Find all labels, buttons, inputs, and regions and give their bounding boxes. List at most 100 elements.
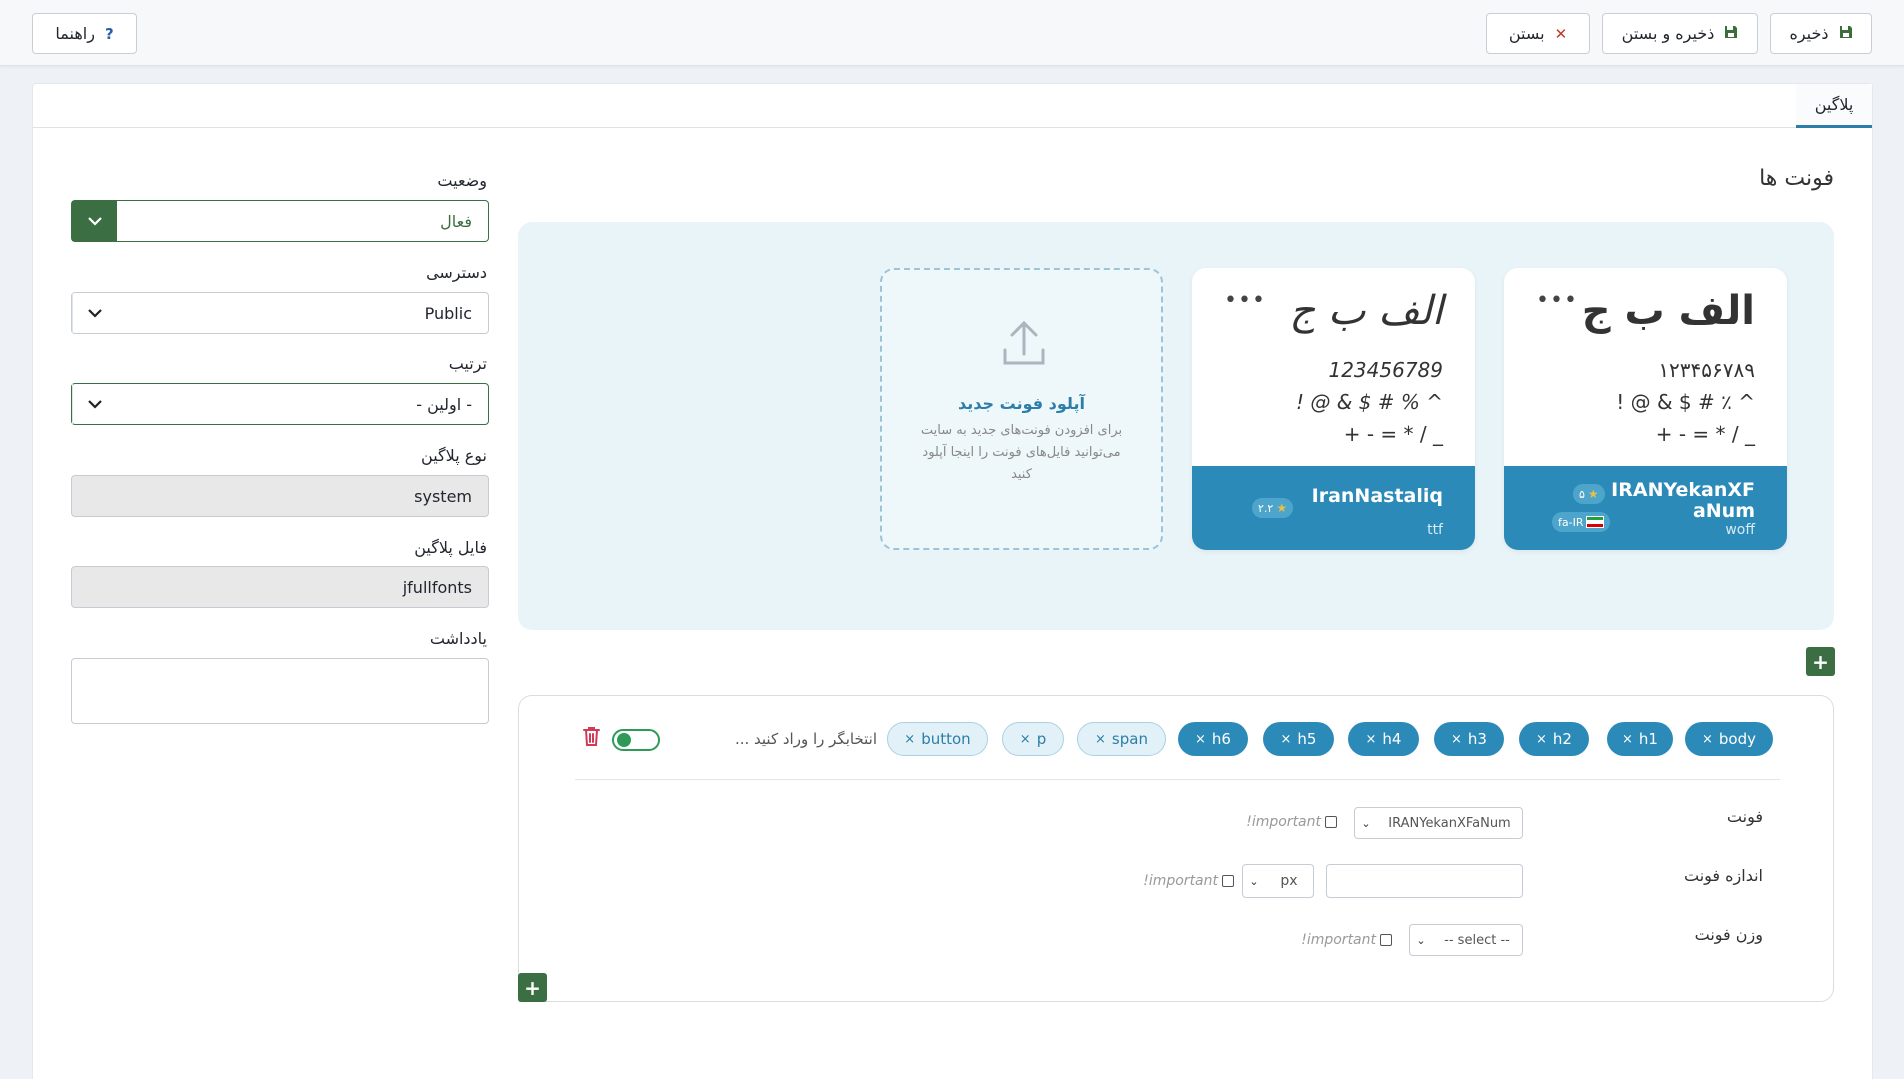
status-select[interactable]: فعال [71, 200, 489, 242]
selector-chip[interactable]: × body [1685, 722, 1773, 756]
save-and-close-button[interactable]: ذخیره و بستن [1602, 13, 1758, 54]
chevron-down-icon: ⌄ [1249, 874, 1259, 888]
close-button[interactable]: ✕ بستن [1486, 13, 1590, 54]
font-size-input[interactable] [1326, 864, 1523, 898]
selector-chip[interactable]: × h4 [1348, 722, 1419, 756]
chevron-down-icon: ⌄ [1416, 933, 1426, 947]
fonts-section-title: فونت ها [1759, 166, 1834, 191]
chip-label: h3 [1467, 730, 1487, 748]
font-weight-select[interactable]: -- select -- ⌄ [1409, 924, 1523, 956]
save-and-close-label: ذخیره و بستن [1621, 24, 1715, 43]
important-checkbox[interactable] [1325, 816, 1337, 828]
more-options-icon[interactable]: ••• [1224, 288, 1266, 313]
font-weight-important[interactable]: !important [1301, 932, 1392, 948]
selector-input[interactable]: انتخابگر را وراد کنید ... [735, 730, 877, 748]
toolbar: ذخیره ذخیره و بستن ✕ بستن ? راهنما [0, 0, 1904, 66]
plugin-file-label: فایل پلاگین [414, 538, 487, 557]
remove-chip-icon[interactable]: × [1366, 732, 1377, 747]
plus-icon: + [524, 975, 541, 1000]
plugin-type-field: system [71, 475, 489, 517]
font-important[interactable]: !important [1246, 814, 1337, 830]
selector-chip[interactable]: × h2 [1519, 722, 1589, 756]
remove-chip-icon[interactable]: × [1195, 732, 1206, 747]
order-label: ترتیب [448, 354, 487, 373]
important-checkbox[interactable] [1380, 934, 1392, 946]
font-weight-label: وزن فونت [1694, 925, 1763, 944]
language-value: fa-IR [1558, 515, 1584, 529]
save-button[interactable]: ذخیره [1770, 13, 1872, 54]
selector-chip[interactable]: × h3 [1434, 722, 1504, 756]
enable-toggle[interactable] [612, 729, 660, 751]
access-label: دسترسی [426, 263, 487, 282]
access-select[interactable]: Public [71, 292, 489, 334]
font-card[interactable]: ••• الف ب ج ۱۲۳۴۵۶۷۸۹ ! @ & $ # ٪ ^ + - … [1504, 268, 1787, 550]
trash-icon[interactable] [583, 726, 600, 751]
close-icon: ✕ [1554, 24, 1568, 43]
chip-label: h4 [1382, 730, 1402, 748]
font-select-value: IRANYekanXFaNum [1388, 815, 1511, 831]
font-sample-digits: ۱۲۳۴۵۶۷۸۹ [1658, 358, 1755, 382]
toggle-knob [617, 733, 631, 747]
important-label: !important [1246, 814, 1321, 830]
rating-badge: ★ ۲.۲ [1252, 498, 1294, 518]
font-sample-symbols: ! @ & $ # % ^ [1295, 390, 1443, 414]
language-badge: fa-IR [1552, 512, 1611, 532]
font-label: فونت [1726, 807, 1763, 826]
tab-bar: پلاگین [33, 84, 1872, 128]
font-card[interactable]: ••• الف ب ج 123456789 ! @ & $ # % ^ + - … [1192, 268, 1475, 550]
rating-value: ۲.۲ [1258, 501, 1274, 515]
font-size-unit-select[interactable]: px ⌄ [1242, 864, 1314, 898]
rating-value: ۵ [1579, 487, 1585, 501]
chip-label: body [1718, 730, 1756, 748]
plugin-type-value: system [414, 486, 472, 506]
plugin-file-value: jfullfonts [402, 577, 472, 597]
remove-chip-icon[interactable]: × [1451, 732, 1462, 747]
remove-chip-icon[interactable]: × [1281, 732, 1292, 747]
remove-chip-icon[interactable]: × [1622, 732, 1633, 747]
chip-label: h1 [1638, 730, 1658, 748]
help-label: راهنما [55, 24, 95, 43]
remove-chip-icon[interactable]: × [1095, 732, 1106, 747]
selector-chip[interactable]: × p [1002, 722, 1064, 756]
remove-chip-icon[interactable]: × [1702, 732, 1713, 747]
font-extension: ttf [1427, 522, 1443, 538]
note-label: یادداشت [429, 629, 487, 648]
remove-chip-icon[interactable]: × [1536, 732, 1547, 747]
iran-flag-icon [1586, 516, 1605, 528]
remove-chip-icon[interactable]: × [904, 732, 915, 747]
status-value: فعال [440, 211, 472, 231]
tab-plugin[interactable]: پلاگین [1796, 84, 1872, 128]
font-size-label: اندازه فونت [1683, 866, 1763, 885]
font-name: IRANYekanXFaNum [1611, 479, 1755, 522]
selector-chip[interactable]: × h6 [1178, 722, 1248, 756]
remove-chip-icon[interactable]: × [1020, 732, 1031, 747]
note-textarea[interactable] [71, 658, 489, 724]
help-button[interactable]: ? راهنما [32, 13, 137, 54]
chip-label: h6 [1211, 730, 1231, 748]
chevron-down-icon [72, 201, 117, 241]
selector-chip[interactable]: × h1 [1607, 722, 1673, 756]
font-weight-value: -- select -- [1444, 932, 1510, 948]
selector-chip[interactable]: × button [887, 722, 988, 756]
font-name: IranNastaliq [1311, 485, 1443, 507]
save-icon [1724, 25, 1738, 43]
important-label: !important [1143, 873, 1218, 889]
add-font-group-button[interactable]: + [1806, 647, 1835, 676]
font-select[interactable]: IRANYekanXFaNum ⌄ [1354, 807, 1523, 839]
important-checkbox[interactable] [1222, 875, 1234, 887]
upload-font-dropzone[interactable]: آپلود فونت جدید برای افزودن فونت‌های جدی… [880, 268, 1163, 550]
order-select[interactable]: - اولین - [71, 383, 489, 425]
unit-value: px [1280, 873, 1298, 889]
more-options-icon[interactable]: ••• [1536, 288, 1578, 313]
star-icon: ★ [1587, 487, 1599, 501]
add-selector-button[interactable]: + [518, 973, 547, 1002]
access-value: Public [424, 303, 472, 323]
divider [575, 779, 1780, 780]
font-card-footer: IRANYekanXFaNum woff ★ ۵ fa-IR [1504, 466, 1787, 550]
chip-label: h2 [1552, 730, 1572, 748]
selector-chip[interactable]: × h5 [1263, 722, 1334, 756]
important-label: !important [1301, 932, 1376, 948]
font-size-important[interactable]: !important [1143, 873, 1234, 889]
chip-label: p [1036, 730, 1047, 748]
selector-chip[interactable]: × span [1077, 722, 1166, 756]
